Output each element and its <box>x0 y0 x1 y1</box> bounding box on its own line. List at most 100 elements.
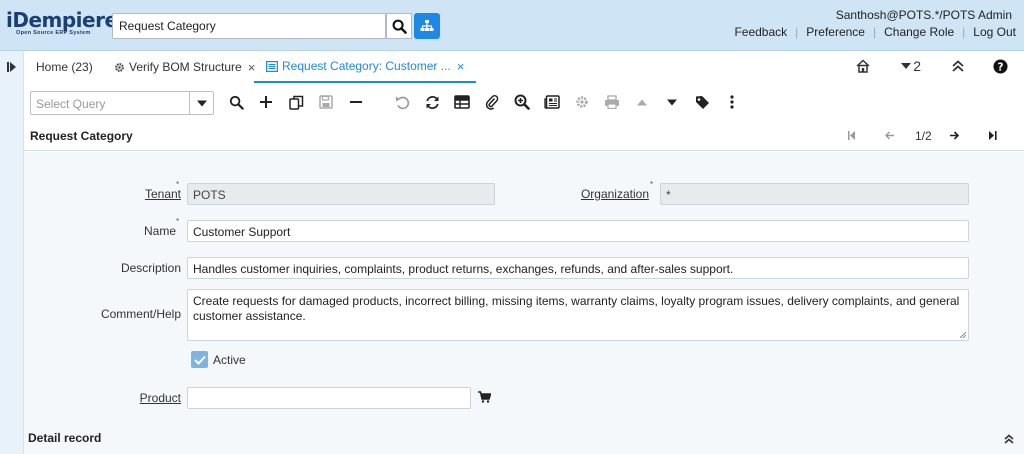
menu-tree-button[interactable] <box>414 13 440 39</box>
description-label: Description <box>120 261 181 275</box>
tag-icon <box>695 95 709 109</box>
record-position: 1/2 <box>915 129 932 143</box>
checkmark-icon <box>193 355 206 365</box>
window-title-bar: Request Category 1/2 <box>24 122 1024 151</box>
detail-record-heading: Detail record <box>28 431 102 445</box>
active-checkbox[interactable] <box>191 351 208 368</box>
comment-help-textarea[interactable]: Create requests for damaged products, in… <box>187 289 969 341</box>
comment-help-text: Create requests for damaged products, in… <box>193 294 960 323</box>
tab-home[interactable]: Home (23) <box>36 51 93 83</box>
print-button[interactable] <box>603 93 621 111</box>
search-button[interactable] <box>386 13 412 39</box>
svg-text:?: ? <box>998 61 1004 73</box>
select-query-placeholder: Select Query <box>36 97 106 111</box>
required-marker: * <box>176 180 180 189</box>
minus-icon <box>350 101 362 103</box>
delete-button[interactable] <box>347 93 365 111</box>
find-button[interactable] <box>227 93 245 111</box>
description-field[interactable]: Handles customer inquiries, complaints, … <box>187 257 969 279</box>
undo-button[interactable] <box>393 93 411 111</box>
quick-info-button[interactable] <box>693 93 711 111</box>
expand-panel-icon[interactable] <box>7 62 17 72</box>
save-icon <box>319 95 333 109</box>
app-header: iDempiere Open Source ERP System Request… <box>0 0 1024 51</box>
logo-text: iDempiere <box>6 8 118 32</box>
help-icon[interactable]: ? <box>993 58 1008 74</box>
caret-down-icon <box>667 99 677 105</box>
tenant-label[interactable]: Tenant <box>145 187 181 201</box>
zoom-in-icon <box>514 94 530 110</box>
zoom-across-button[interactable] <box>513 93 531 111</box>
logout-link[interactable]: Log Out <box>965 25 1016 39</box>
required-marker: * <box>650 180 654 189</box>
paperclip-icon <box>485 94 499 110</box>
search-icon <box>392 19 407 34</box>
name-label: Name <box>143 224 176 238</box>
dropdown-toggle[interactable] <box>189 92 213 114</box>
tenant-field[interactable]: POTS <box>187 183 495 205</box>
undo-icon <box>395 96 409 109</box>
tab-verify-bom[interactable]: Verify BOM Structure × <box>114 51 255 83</box>
select-query-dropdown[interactable]: Select Query <box>30 91 214 115</box>
organization-field[interactable]: * <box>660 183 969 205</box>
record-form: Tenant * POTS Organization * * Name * Cu… <box>24 152 1024 454</box>
next-record-button[interactable] <box>663 93 681 111</box>
required-marker: * <box>176 217 180 226</box>
window-icon <box>266 60 278 72</box>
previous-record-icon[interactable] <box>885 131 895 140</box>
newspaper-icon <box>544 95 560 109</box>
close-tab-icon[interactable]: × <box>457 59 465 74</box>
global-search-input[interactable]: Request Category <box>112 13 386 39</box>
copy-icon <box>288 95 303 110</box>
preference-link[interactable]: Preference <box>798 25 873 39</box>
tab-label: Verify BOM Structure <box>129 60 242 74</box>
caret-down-icon <box>901 63 912 69</box>
idempiere-logo[interactable]: iDempiere Open Source ERP System <box>6 8 118 39</box>
name-field[interactable]: Customer Support <box>187 220 969 242</box>
process-button[interactable] <box>573 93 591 111</box>
grid-toggle-button[interactable] <box>453 93 471 111</box>
more-actions-button[interactable] <box>723 93 741 111</box>
new-record-button[interactable] <box>257 93 275 111</box>
report-button[interactable] <box>543 93 561 111</box>
first-record-icon[interactable] <box>848 131 856 140</box>
resize-handle-icon[interactable] <box>960 332 966 338</box>
tab-request-category[interactable]: Request Category: Customer ... × <box>254 51 477 83</box>
refresh-button[interactable] <box>423 93 441 111</box>
tab-label: Home (23) <box>36 60 93 74</box>
search-icon <box>229 95 244 110</box>
feedback-link[interactable]: Feedback <box>726 25 795 39</box>
west-panel-collapsed <box>0 51 24 454</box>
caret-up-icon <box>637 99 647 105</box>
change-role-link[interactable]: Change Role <box>876 25 962 39</box>
tab-label: Request Category: Customer ... <box>282 59 451 73</box>
refresh-icon <box>425 95 439 109</box>
vertical-dots-icon <box>730 95 734 109</box>
caret-down-icon <box>196 100 207 106</box>
active-label: Active <box>213 353 246 367</box>
product-label[interactable]: Product <box>140 391 181 405</box>
plus-icon <box>260 96 272 108</box>
user-info: Santhosh@POTS.*/POTS Admin <box>835 8 1012 22</box>
last-record-icon[interactable] <box>989 131 997 140</box>
copy-record-button[interactable] <box>287 93 305 111</box>
save-button[interactable] <box>317 93 335 111</box>
next-record-icon[interactable] <box>949 131 959 140</box>
previous-record-button[interactable] <box>633 93 651 111</box>
table-icon <box>454 95 470 109</box>
cart-icon[interactable] <box>478 391 491 403</box>
double-chevron-up-icon[interactable] <box>1004 434 1014 444</box>
gear-icon <box>115 62 124 72</box>
home-icon[interactable] <box>855 58 871 74</box>
window-title: Request Category <box>30 129 133 143</box>
tab-tools: 2 ? <box>855 58 1008 74</box>
print-icon <box>605 95 619 109</box>
organization-label[interactable]: Organization <box>581 187 649 201</box>
sitemap-icon <box>420 20 434 31</box>
product-field[interactable] <box>187 387 471 409</box>
attachment-button[interactable] <box>483 93 501 111</box>
window-toolbar: Select Query <box>24 85 1024 121</box>
double-chevron-up-icon[interactable] <box>951 59 965 73</box>
window-tabs: Home (23) Verify BOM Structure × Request… <box>24 51 1024 83</box>
tab-list-dropdown[interactable]: 2 <box>901 58 921 74</box>
